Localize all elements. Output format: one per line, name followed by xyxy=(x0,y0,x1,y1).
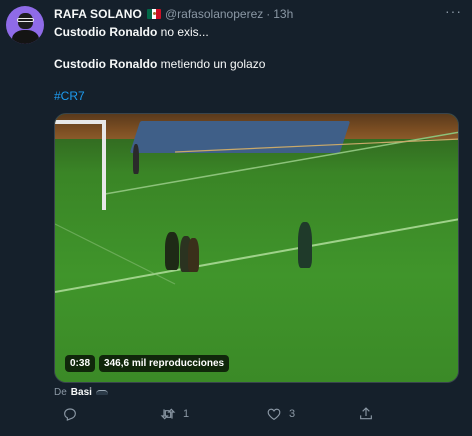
like-button[interactable]: 3 xyxy=(266,406,295,422)
player-figure xyxy=(133,144,139,174)
retweet-icon xyxy=(160,408,176,420)
player-figure xyxy=(165,232,179,270)
avatar-glasses xyxy=(17,18,34,22)
hashtag-link[interactable]: #CR7 xyxy=(54,89,85,103)
pitch-lines xyxy=(55,131,458,293)
retweet-button[interactable]: 1 xyxy=(160,406,189,422)
goal-post xyxy=(102,120,106,210)
tweet-text-bold: Custodio Ronaldo xyxy=(54,25,158,39)
tweet-text-line-2: Custodio Ronaldo metiendo un golazo xyxy=(54,57,265,71)
tweet-actions: 1 3 xyxy=(0,406,472,428)
player-figure xyxy=(188,238,199,272)
reply-icon xyxy=(64,408,76,421)
video-duration: 0:38 xyxy=(65,355,96,372)
tweet-text-line-1: Custodio Ronaldo no exis... xyxy=(54,25,209,39)
mexico-flag-icon xyxy=(147,9,161,19)
player-figure xyxy=(298,222,312,268)
share-icon xyxy=(360,407,372,420)
avatar-body xyxy=(12,30,39,44)
retweet-count: 1 xyxy=(183,408,190,420)
like-count: 3 xyxy=(289,408,296,420)
video-badge: 0:38 346,6 mil reproducciones xyxy=(65,355,230,372)
share-button[interactable] xyxy=(358,406,374,422)
via-prefix: De xyxy=(54,387,67,398)
separator-dot: · xyxy=(266,7,271,21)
avatar[interactable] xyxy=(6,6,44,44)
more-icon[interactable]: ··· xyxy=(445,4,462,18)
reply-button[interactable] xyxy=(62,406,85,422)
goal-crossbar xyxy=(55,120,106,124)
tweet-text-bold: Custodio Ronaldo xyxy=(54,57,158,71)
display-name[interactable]: RAFA SOLANO xyxy=(54,7,142,21)
video-views: 346,6 mil reproducciones xyxy=(99,355,230,372)
video-player[interactable]: 0:38 346,6 mil reproducciones xyxy=(54,113,459,383)
via-source-name[interactable]: Basi xyxy=(71,387,92,398)
via-attribution: De Basi xyxy=(54,387,108,398)
like-icon xyxy=(267,408,281,420)
tweet-header: RAFA SOLANO @rafasolanoperez · 13h xyxy=(54,6,293,22)
tweet-timestamp[interactable]: 13h xyxy=(273,7,293,21)
user-handle[interactable]: @rafasolanoperez xyxy=(165,7,263,21)
tweet-text-rest: metiendo un golazo xyxy=(157,57,266,71)
sunglasses-emoji-icon xyxy=(95,390,108,395)
tweet[interactable]: RAFA SOLANO @rafasolanoperez · 13h ··· C… xyxy=(0,0,472,436)
tweet-text-rest: no exis... xyxy=(157,25,209,39)
